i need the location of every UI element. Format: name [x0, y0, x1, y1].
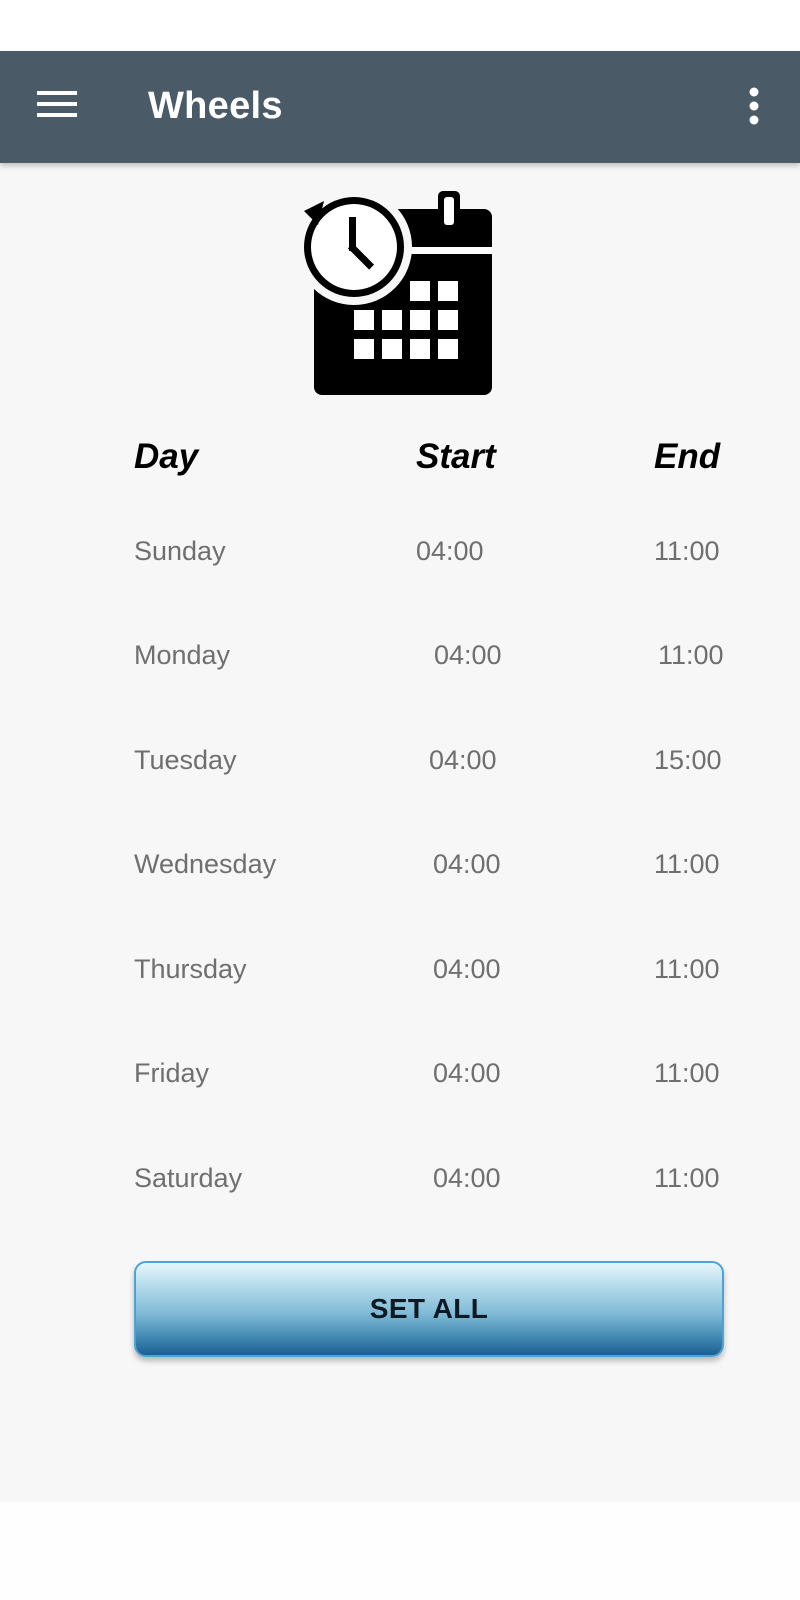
status-bar [0, 0, 800, 51]
more-vert-icon [749, 87, 759, 125]
day-label: Sunday [134, 536, 226, 566]
set-all-button[interactable]: SET ALL [134, 1261, 724, 1357]
day-label: Tuesday [134, 745, 237, 775]
end-time[interactable]: 11:00 [654, 1051, 720, 1095]
schedule-row-tuesday: Tuesday 04:00 15:00 [0, 738, 800, 782]
hamburger-menu-icon [37, 91, 77, 117]
start-time[interactable]: 04:00 [429, 738, 497, 782]
schedule-content: Day Start End Sunday 04:00 11:00 Monday … [0, 163, 800, 1502]
day-label: Saturday [134, 1163, 243, 1193]
column-header-start: Start [416, 437, 496, 476]
menu-button[interactable] [24, 75, 90, 133]
end-time[interactable]: 11:00 [654, 842, 720, 886]
end-time[interactable]: 15:00 [654, 738, 722, 782]
column-header-end: End [654, 437, 721, 476]
schedule-row-monday: Monday 04:00 11:00 [0, 633, 800, 677]
end-time[interactable]: 11:00 [654, 1156, 720, 1200]
end-time[interactable]: 11:00 [654, 529, 720, 573]
start-time[interactable]: 04:00 [433, 947, 501, 991]
column-header-day: Day [134, 437, 199, 476]
schedule-row-wednesday: Wednesday 04:00 11:00 [0, 842, 800, 886]
schedule-row-sunday: Sunday 04:00 11:00 [0, 529, 800, 573]
schedule-row-friday: Friday 04:00 11:00 [0, 1051, 800, 1095]
start-time[interactable]: 04:00 [433, 1051, 501, 1095]
app-title: Wheels [148, 85, 283, 127]
set-all-label: SET ALL [369, 1293, 489, 1324]
day-label: Monday [134, 640, 231, 670]
end-time[interactable]: 11:00 [654, 947, 720, 991]
start-time[interactable]: 04:00 [433, 842, 501, 886]
schedule-row-thursday: Thursday 04:00 11:00 [0, 947, 800, 991]
schedule-row-saturday: Saturday 04:00 11:00 [0, 1156, 800, 1200]
overflow-menu-button[interactable] [726, 75, 782, 137]
end-time[interactable]: 11:00 [658, 633, 724, 677]
start-time[interactable]: 04:00 [434, 633, 502, 677]
app-bar: Wheels [0, 51, 800, 163]
day-label: Wednesday [134, 849, 277, 879]
start-time[interactable]: 04:00 [416, 529, 484, 573]
start-time[interactable]: 04:00 [433, 1156, 501, 1200]
day-label: Thursday [134, 954, 247, 984]
day-label: Friday [134, 1058, 210, 1088]
calendar-clock-icon [296, 191, 492, 395]
